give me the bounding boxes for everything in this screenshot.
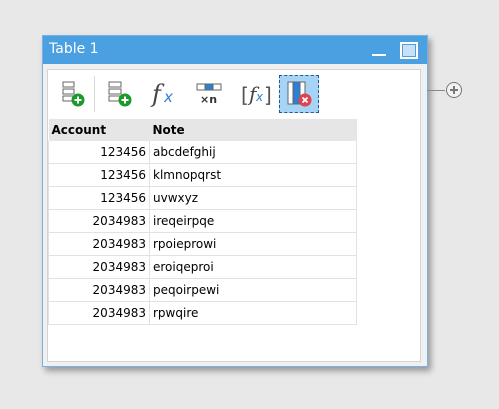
table-row: 2034983 ireqeirpqe (48, 209, 357, 233)
account-cell[interactable]: 2034983 (48, 232, 150, 256)
table-row: 123456 klmnopqrst (48, 163, 357, 187)
svg-text:[: [ (241, 83, 249, 107)
column-header-note[interactable]: Note (149, 119, 357, 141)
note-cell[interactable]: abcdefghij (149, 141, 357, 164)
note-cell[interactable]: rpoieprowi (149, 232, 357, 256)
fx-icon: f x (150, 80, 173, 108)
bracket-formula-button[interactable]: [ f x ] (236, 75, 276, 113)
output-connector-line (427, 90, 445, 91)
svg-text:x: x (255, 90, 264, 104)
account-cell[interactable]: 2034983 (48, 209, 150, 233)
toolbar: f x ×n [ f x ] (48, 70, 420, 118)
add-connection-icon[interactable] (446, 82, 462, 98)
account-cell[interactable]: 2034983 (48, 255, 150, 279)
svg-text:]: ] (264, 83, 272, 107)
add-row-button[interactable] (54, 75, 94, 113)
table-row: 2034983 rpwqire (48, 301, 357, 325)
svg-text:x: x (163, 88, 173, 106)
table-header-row: Account Note (48, 119, 357, 141)
table-row: 123456 abcdefghij (48, 141, 357, 164)
multiply-n-label: ×n (200, 93, 217, 106)
column-header-account[interactable]: Account (48, 119, 150, 141)
note-cell[interactable]: ireqeirpqe (149, 209, 357, 233)
note-cell[interactable]: peqoirpewi (149, 278, 357, 302)
account-cell[interactable]: 2034983 (48, 278, 150, 302)
window-title: Table 1 (49, 41, 99, 57)
add-column-icon (108, 81, 132, 107)
formula-button[interactable]: f x (145, 75, 185, 113)
data-table: Account Note 123456 abcdefghij 123456 kl… (48, 119, 357, 325)
toolbar-separator (94, 76, 95, 112)
note-cell[interactable]: uvwxyz (149, 186, 357, 210)
svg-text:f: f (150, 80, 165, 108)
multiply-n-icon: ×n (196, 83, 222, 106)
note-cell[interactable]: eroiqeproi (149, 255, 357, 279)
account-cell[interactable]: 2034983 (48, 301, 150, 325)
table-window: Table 1 f x ×n [f x] Account Note 1234… (42, 35, 428, 367)
bracket-fx-icon: [ f x ] (241, 82, 272, 107)
table-row: 123456 uvwxyz (48, 186, 357, 210)
table-panel: f x ×n [ f x ] Account Note 123456 abcde… (47, 69, 421, 362)
minimize-button[interactable] (371, 43, 387, 57)
table-row: 2034983 eroiqeproi (48, 255, 357, 279)
add-row-icon (62, 81, 85, 107)
account-cell[interactable]: 123456 (48, 141, 150, 164)
multiply-n-button[interactable]: ×n (190, 75, 230, 113)
table-row: 2034983 rpoieprowi (48, 232, 357, 256)
note-cell[interactable]: klmnopqrst (149, 163, 357, 187)
maximize-button[interactable] (400, 42, 418, 59)
title-bar[interactable]: Table 1 (43, 36, 427, 64)
table-row: 2034983 peqoirpewi (48, 278, 357, 302)
delete-column-icon (287, 81, 312, 107)
account-cell[interactable]: 123456 (48, 163, 150, 187)
note-cell[interactable]: rpwqire (149, 301, 357, 325)
delete-column-button[interactable] (279, 75, 319, 113)
add-column-button[interactable] (100, 75, 140, 113)
account-cell[interactable]: 123456 (48, 186, 150, 210)
